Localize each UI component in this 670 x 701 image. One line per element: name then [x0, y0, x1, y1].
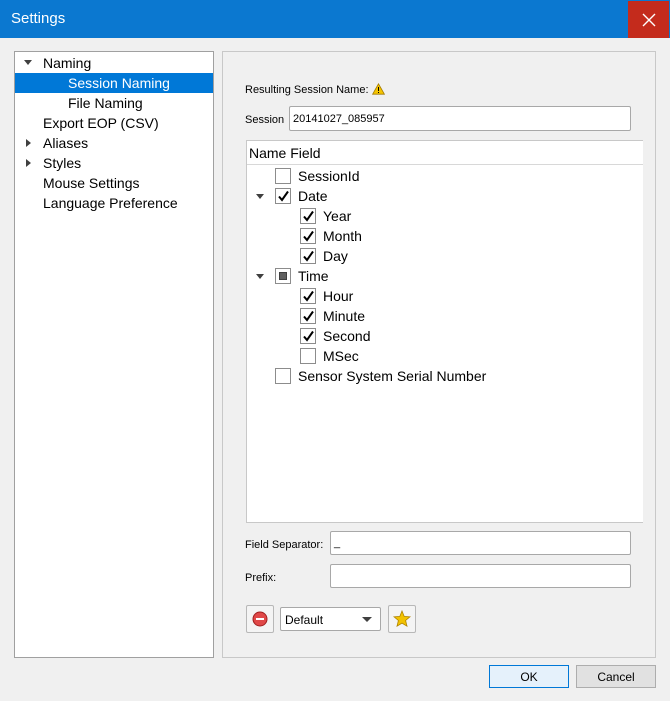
preset-selected-value: Default — [285, 613, 324, 627]
nav-item-label: Aliases — [43, 135, 89, 151]
nav-item-language-preference[interactable]: Language Preference — [15, 193, 213, 213]
field-checkbox[interactable] — [300, 328, 316, 344]
nav-item-styles[interactable]: Styles — [15, 153, 213, 173]
nav-item-aliases[interactable]: Aliases — [15, 133, 213, 153]
field-separator-input[interactable]: _ — [330, 531, 631, 555]
field-checkbox[interactable] — [275, 168, 291, 184]
save-preset-button[interactable] — [388, 605, 416, 633]
name-field-label: SessionId — [298, 168, 360, 184]
name-field-row[interactable]: Sensor System Serial Number — [247, 366, 642, 386]
name-field-row[interactable]: Day — [247, 246, 642, 266]
nav-item-label: File Naming — [68, 95, 143, 111]
resulting-session-name-label: Resulting Session Name: — [245, 84, 369, 96]
nav-item-label: Session Naming — [68, 75, 170, 91]
prefix-input[interactable] — [330, 564, 631, 588]
expand-down-icon[interactable] — [256, 274, 264, 279]
checkmark-icon — [303, 310, 314, 322]
checkmark-icon — [303, 250, 314, 262]
field-checkbox[interactable] — [300, 308, 316, 324]
field-separator-label: Field Separator: — [245, 539, 324, 551]
close-icon — [642, 13, 655, 26]
name-field-row[interactable]: Hour — [247, 286, 642, 306]
checkmark-icon — [303, 290, 314, 302]
expand-right-icon[interactable] — [26, 139, 31, 147]
name-field-row[interactable]: Time — [247, 266, 642, 286]
remove-preset-icon — [252, 611, 268, 627]
checkmark-icon — [303, 330, 314, 342]
checkmark-icon — [303, 230, 314, 242]
expand-down-icon[interactable] — [256, 194, 264, 199]
session-name-field[interactable]: 20141027_085957 — [289, 106, 631, 131]
name-field-label: Minute — [323, 308, 366, 324]
nav-item-export-eop[interactable]: Export EOP (CSV) — [15, 113, 213, 133]
nav-item-label: Styles — [43, 155, 82, 171]
prefix-label: Prefix: — [245, 572, 277, 584]
warning-icon — [372, 83, 385, 95]
tree-column-header[interactable]: Name Field — [247, 141, 643, 165]
star-icon — [393, 610, 411, 628]
settings-nav-tree: Naming Session Naming File Naming Export… — [14, 51, 214, 658]
column-header-label: Name Field — [249, 145, 321, 161]
field-checkbox[interactable] — [275, 368, 291, 384]
name-field-row[interactable]: MSec — [247, 346, 642, 366]
remove-preset-button[interactable] — [246, 605, 274, 633]
checkmark-icon — [303, 210, 314, 222]
name-field-label: Second — [323, 328, 371, 344]
expand-down-icon[interactable] — [24, 60, 32, 65]
preset-dropdown[interactable]: Default — [280, 607, 381, 631]
name-field-row[interactable]: Second — [247, 326, 642, 346]
name-field-row[interactable]: Date — [247, 186, 642, 206]
field-checkbox[interactable] — [300, 248, 316, 264]
ok-button[interactable]: OK — [489, 665, 569, 688]
session-label: Session — [245, 114, 285, 126]
nav-item-label: Export EOP (CSV) — [43, 115, 159, 131]
nav-item-file-naming[interactable]: File Naming — [15, 93, 213, 113]
name-field-row[interactable]: Month — [247, 226, 642, 246]
name-field-label: Day — [323, 248, 348, 264]
nav-item-session-naming[interactable]: Session Naming — [15, 73, 213, 93]
nav-item-label: Naming — [43, 55, 92, 71]
name-field-label: Sensor System Serial Number — [298, 368, 487, 384]
title-bar: Settings — [0, 0, 670, 38]
field-checkbox[interactable] — [300, 348, 316, 364]
name-field-label: Hour — [323, 288, 354, 304]
name-field-tree: Name Field SessionId Date Year Month Day Time… — [246, 140, 643, 523]
name-field-label: Date — [298, 188, 328, 204]
field-checkbox[interactable] — [300, 208, 316, 224]
field-checkbox[interactable] — [300, 288, 316, 304]
nav-item-naming[interactable]: Naming — [15, 53, 213, 73]
nav-item-label: Language Preference — [43, 195, 178, 211]
name-field-row[interactable]: Minute — [247, 306, 642, 326]
name-field-row[interactable]: SessionId — [247, 166, 642, 186]
window-title: Settings — [11, 10, 66, 27]
field-checkbox[interactable] — [275, 268, 291, 284]
name-field-label: Time — [298, 268, 329, 284]
field-checkbox[interactable] — [300, 228, 316, 244]
expand-right-icon[interactable] — [26, 159, 31, 167]
field-checkbox[interactable] — [275, 188, 291, 204]
checkmark-icon — [278, 190, 289, 202]
name-field-label: Year — [323, 208, 352, 224]
cancel-button[interactable]: Cancel — [576, 665, 656, 688]
name-field-label: Month — [323, 228, 362, 244]
partial-check-icon — [279, 272, 287, 280]
nav-item-label: Mouse Settings — [43, 175, 140, 191]
chevron-down-icon — [362, 617, 372, 622]
name-field-row[interactable]: Year — [247, 206, 642, 226]
close-button[interactable] — [628, 1, 669, 38]
name-field-label: MSec — [323, 348, 359, 364]
nav-item-mouse-settings[interactable]: Mouse Settings — [15, 173, 213, 193]
